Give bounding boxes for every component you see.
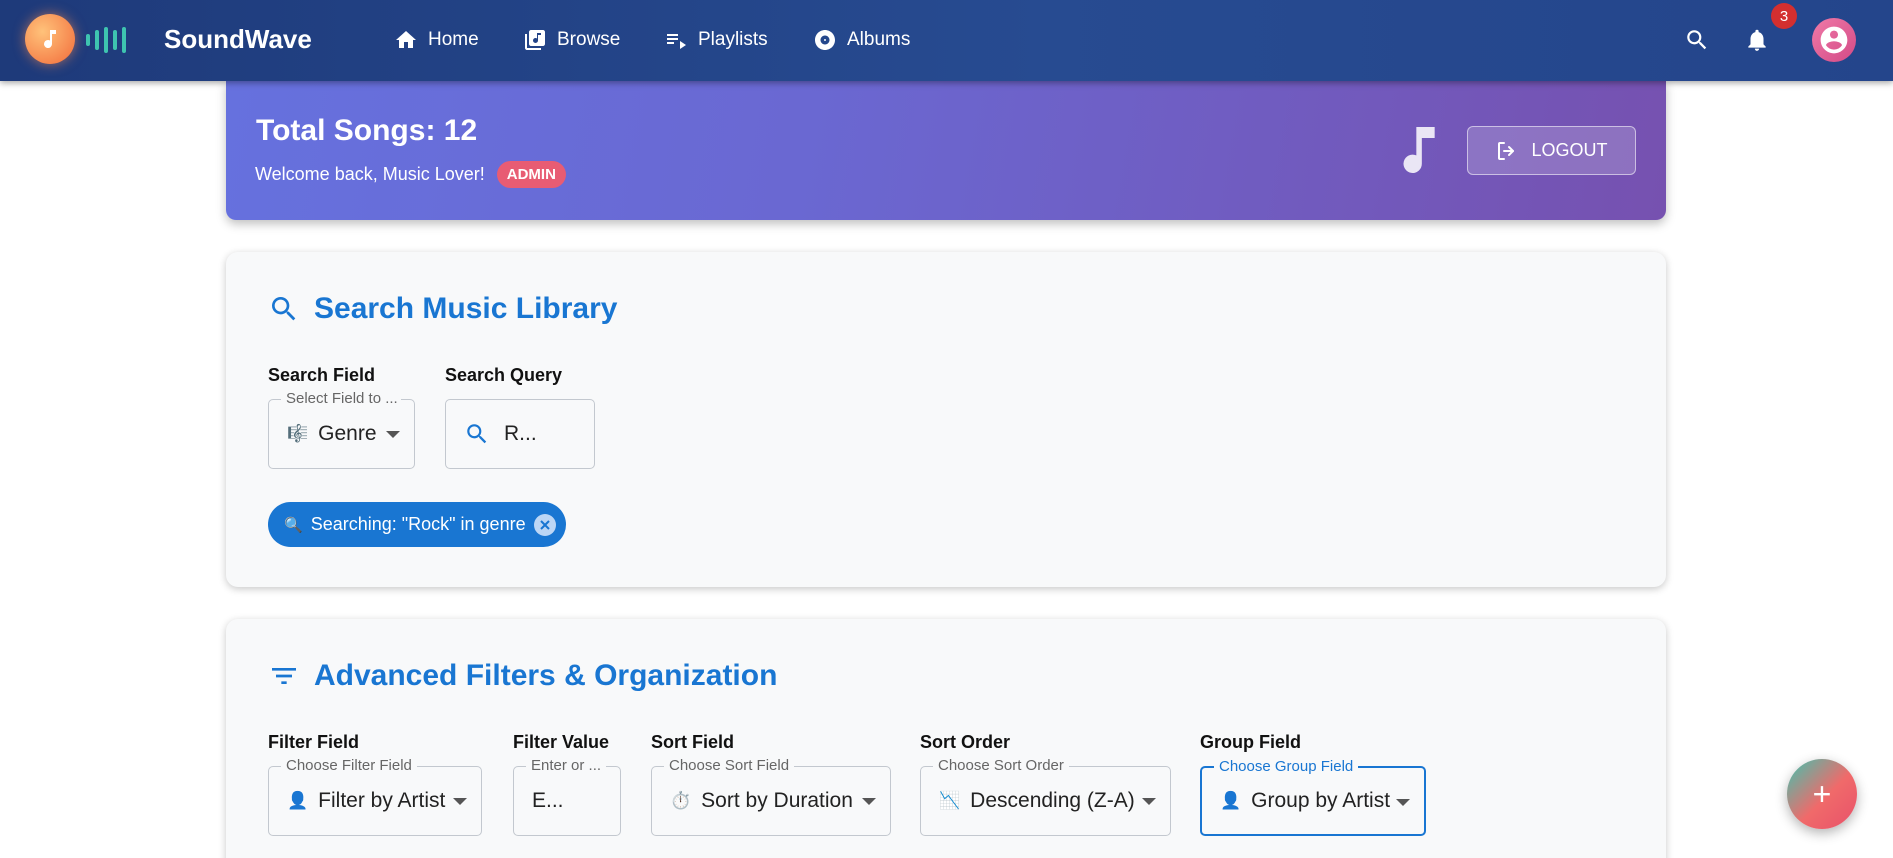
music-score-icon: 🎼 xyxy=(287,424,309,443)
logout-button[interactable]: LOGOUT xyxy=(1467,126,1636,175)
search-query-value: R... xyxy=(504,422,537,445)
chevron-down-icon xyxy=(386,431,400,438)
nav-playlists[interactable]: Playlists xyxy=(664,24,768,56)
person-icon: 👤 xyxy=(1220,791,1242,810)
filter-field-value: Filter by Artist xyxy=(318,789,446,812)
group-field-label: Group Field xyxy=(1200,732,1301,752)
active-search-text: Searching: "Rock" in genre xyxy=(310,514,526,534)
sort-field-value: Sort by Duration xyxy=(701,789,853,812)
sort-order-label: Sort Order xyxy=(920,732,1011,752)
nav-home-label: Home xyxy=(428,29,479,50)
chevron-down-icon xyxy=(1396,799,1410,806)
total-songs-heading: Total Songs: 12 xyxy=(256,114,478,147)
nav-playlists-label: Playlists xyxy=(698,29,768,50)
filter-field-floating-label: Choose Filter Field xyxy=(281,757,417,774)
logout-icon xyxy=(1498,141,1515,160)
music-note-icon xyxy=(1403,127,1435,173)
search-card: Search Music Library Search Field Select… xyxy=(226,252,1666,587)
notifications-button[interactable] xyxy=(1741,24,1773,56)
plus-icon: + xyxy=(1812,775,1832,812)
group-field-value: Group by Artist xyxy=(1251,789,1391,812)
sort-order-select[interactable]: Choose Sort Order 📉 Descending (Z-A) xyxy=(920,757,1171,836)
sort-field-label: Sort Field xyxy=(651,732,735,752)
welcome-row: Welcome back, Music Lover! ADMIN xyxy=(255,161,566,188)
search-card-title: Search Music Library xyxy=(268,292,617,326)
nav-albums-label: Albums xyxy=(847,29,911,50)
equalizer-icon xyxy=(86,26,126,54)
sort-field-select[interactable]: Choose Sort Field ⏱️ Sort by Duration xyxy=(651,757,891,836)
filter-list-icon xyxy=(272,668,296,684)
nav-browse[interactable]: Browse xyxy=(523,24,620,56)
chevron-down-icon xyxy=(453,798,467,805)
welcome-text: Welcome back, Music Lover! xyxy=(255,164,485,184)
stopwatch-icon: ⏱️ xyxy=(670,791,692,810)
clear-search-button[interactable] xyxy=(533,513,556,536)
filters-card: Advanced Filters & Organization Filter F… xyxy=(226,619,1666,858)
search-button[interactable] xyxy=(1681,24,1713,56)
filters-title-text: Advanced Filters & Organization xyxy=(314,659,778,692)
role-badge: ADMIN xyxy=(496,161,566,188)
person-icon: 👤 xyxy=(287,791,309,810)
library-music-icon xyxy=(525,30,545,50)
search-query-label: Search Query xyxy=(445,365,563,385)
filters-card-title: Advanced Filters & Organization xyxy=(268,659,777,693)
bell-icon xyxy=(1748,29,1766,51)
filter-value-label: Filter Value xyxy=(513,732,610,752)
album-icon xyxy=(815,30,835,50)
app-logo[interactable] xyxy=(25,14,75,64)
search-field-select[interactable]: Select Field to ... 🎼 Genre xyxy=(268,390,415,469)
nav-albums[interactable]: Albums xyxy=(813,24,910,56)
filter-value-floating-label: Enter or ... xyxy=(526,757,607,774)
active-search-chip: 🔍 Searching: "Rock" in genre xyxy=(268,502,566,547)
playlist-play-icon xyxy=(667,34,686,49)
user-avatar[interactable] xyxy=(1812,18,1856,62)
sort-order-value: Descending (Z-A) xyxy=(970,789,1135,812)
filter-value-text: E... xyxy=(532,789,564,812)
search-field-value: Genre xyxy=(318,422,377,445)
chart-decreasing-icon: 📉 xyxy=(939,791,961,810)
filter-field-select[interactable]: Choose Filter Field 👤 Filter by Artist xyxy=(268,757,482,836)
search-query-input[interactable]: R... xyxy=(445,399,595,469)
search-field-floating-label: Select Field to ... xyxy=(281,390,401,407)
filter-value-input[interactable]: Enter or ... E... xyxy=(513,757,621,836)
app-name[interactable]: SoundWave xyxy=(164,24,312,55)
stats-banner: Total Songs: 12 Welcome back, Music Love… xyxy=(226,81,1666,220)
sort-order-floating-label: Choose Sort Order xyxy=(933,757,1069,774)
add-song-button[interactable]: + xyxy=(1787,759,1857,829)
logout-label: LOGOUT xyxy=(1531,140,1608,160)
close-icon xyxy=(539,519,550,530)
group-field-floating-label: Choose Group Field xyxy=(1214,758,1359,775)
search-icon xyxy=(272,297,296,321)
account-circle-icon xyxy=(1820,26,1848,54)
search-field-label: Search Field xyxy=(268,365,376,385)
sort-field-floating-label: Choose Sort Field xyxy=(664,757,795,774)
chevron-down-icon xyxy=(1142,798,1156,805)
filter-field-label: Filter Field xyxy=(268,732,360,752)
home-icon xyxy=(396,31,416,48)
music-note-icon xyxy=(44,30,56,49)
chevron-down-icon xyxy=(862,798,876,805)
group-field-select[interactable]: Choose Group Field 👤 Group by Artist xyxy=(1200,758,1426,836)
search-icon xyxy=(1687,30,1707,50)
search-icon xyxy=(467,424,487,444)
search-title-text: Search Music Library xyxy=(314,292,618,325)
nav-browse-label: Browse xyxy=(557,29,621,50)
magnifier-emoji-icon: 🔍 xyxy=(284,516,303,534)
nav-home[interactable]: Home xyxy=(394,24,479,56)
top-navigation-bar: SoundWave Home Browse Playlists Albums 3 xyxy=(0,0,1893,81)
notification-badge: 3 xyxy=(1771,3,1797,29)
